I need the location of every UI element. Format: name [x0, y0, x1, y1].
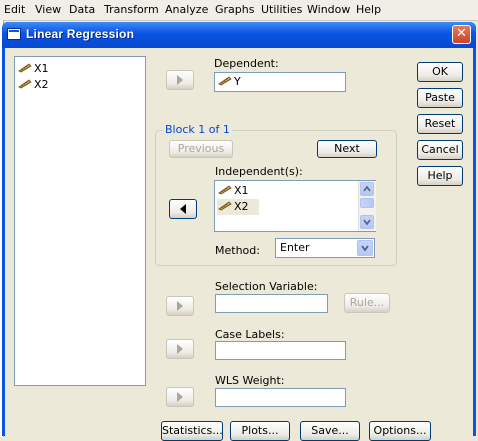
independents-move-button[interactable]: [169, 199, 197, 219]
paste-button[interactable]: Paste: [417, 88, 463, 108]
menu-window[interactable]: Window: [307, 3, 350, 16]
plots-button[interactable]: Plots...: [230, 421, 290, 441]
list-item[interactable]: X2: [18, 77, 49, 93]
case-labels-field[interactable]: [215, 341, 346, 360]
chevron-up-icon: [363, 185, 371, 192]
wls-weight-field[interactable]: [215, 388, 346, 407]
block-label: Block 1 of 1: [163, 123, 232, 136]
source-variable-list[interactable]: X1 X2: [14, 56, 146, 386]
statistics-button[interactable]: Statistics...: [161, 421, 223, 441]
menu-edit[interactable]: Edit: [4, 3, 25, 16]
chevron-down-icon: [363, 219, 371, 226]
menu-data[interactable]: Data: [69, 3, 95, 16]
method-select[interactable]: Enter: [275, 238, 375, 258]
source-var-label: X1: [34, 62, 49, 75]
independents-label: Independent(s):: [215, 165, 303, 178]
wls-move-button[interactable]: [166, 387, 194, 407]
rule-button[interactable]: Rule...: [344, 293, 390, 313]
reset-button[interactable]: Reset: [417, 114, 463, 134]
arrow-right-icon: [177, 392, 183, 402]
source-var-label: X2: [34, 78, 49, 91]
dependent-value: Y: [234, 75, 241, 88]
linear-regression-dialog: Linear Regression ✕ X1 X2 Dependent: Y B…: [2, 22, 476, 441]
close-button[interactable]: ✕: [452, 25, 471, 44]
dependent-label: Dependent:: [214, 57, 279, 70]
cancel-button[interactable]: Cancel: [417, 140, 463, 160]
wls-weight-label: WLS Weight:: [215, 374, 285, 387]
next-button[interactable]: Next: [317, 140, 377, 158]
menu-analyze[interactable]: Analyze: [165, 3, 208, 16]
ok-button[interactable]: OK: [417, 62, 463, 82]
method-label: Method:: [215, 244, 260, 257]
scale-variable-icon: [18, 62, 32, 73]
menu-help[interactable]: Help: [356, 3, 381, 16]
dependent-move-button[interactable]: [166, 70, 194, 90]
dialog-body: X1 X2 Dependent: Y Block 1 of 1 Previous…: [5, 48, 473, 441]
independents-list[interactable]: X1 X2: [214, 180, 376, 232]
dialog-titlebar[interactable]: Linear Regression ✕: [2, 22, 476, 48]
dialog-title: Linear Regression: [26, 27, 135, 41]
save-button[interactable]: Save...: [300, 421, 360, 441]
scroll-down-button[interactable]: [360, 215, 374, 229]
options-button[interactable]: Options...: [369, 421, 431, 441]
arrow-right-icon: [177, 75, 183, 85]
arrow-right-icon: [177, 344, 183, 354]
scale-variable-icon: [218, 200, 232, 211]
scroll-up-button[interactable]: [360, 182, 374, 196]
menu-graphs[interactable]: Graphs: [215, 3, 254, 16]
scale-variable-icon: [18, 78, 32, 89]
menu-transform[interactable]: Transform: [104, 3, 159, 16]
independents-scrollbar[interactable]: [358, 181, 376, 231]
close-icon: ✕: [456, 26, 467, 41]
window-icon: [7, 28, 21, 40]
scroll-thumb[interactable]: [360, 198, 374, 208]
chevron-down-icon: [361, 245, 369, 252]
arrow-left-icon: [180, 204, 186, 214]
dependent-field[interactable]: Y: [214, 72, 346, 92]
list-item[interactable]: X1: [218, 183, 249, 199]
selection-variable-label: Selection Variable:: [215, 280, 318, 293]
independent-var-label: X2: [234, 200, 249, 213]
previous-button[interactable]: Previous: [169, 140, 233, 158]
dependent-var: Y: [218, 74, 241, 90]
scale-variable-icon: [218, 184, 232, 195]
independent-var-label: X1: [234, 184, 249, 197]
menu-utilities[interactable]: Utilities: [261, 3, 302, 16]
selection-variable-field[interactable]: [215, 294, 328, 313]
scale-variable-icon: [218, 75, 232, 86]
case-labels-move-button[interactable]: [166, 339, 194, 359]
menu-view[interactable]: View: [35, 3, 61, 16]
case-labels-label: Case Labels:: [215, 328, 285, 341]
menu-bar: Edit View Data Transform Analyze Graphs …: [0, 0, 478, 21]
list-item[interactable]: X1: [18, 61, 49, 77]
help-button[interactable]: Help: [417, 166, 463, 186]
list-item[interactable]: X2: [218, 199, 249, 215]
selection-move-button[interactable]: [166, 296, 194, 316]
method-value: Enter: [280, 241, 310, 254]
method-dropdown-button[interactable]: [357, 240, 373, 256]
arrow-right-icon: [177, 301, 183, 311]
